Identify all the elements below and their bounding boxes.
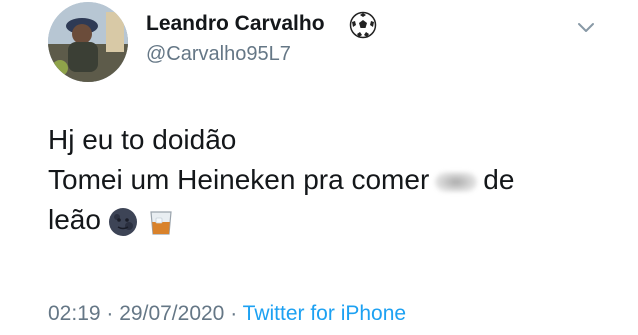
censored-word [435,171,478,192]
display-name[interactable]: Leandro Carvalho [146,12,325,36]
user-handle[interactable]: @Carvalho95L7 [146,43,291,66]
tweet-line-3: leão [48,200,628,240]
tweet-line-2-start: Tomei um Heineken pra comer [48,164,430,195]
tweet-line-1: Hj eu to doidão [48,124,237,155]
tweet-line-2: Tomei um Heineken pra comer de [48,160,628,200]
meta-separator: · [230,302,238,325]
chevron-down-icon[interactable] [572,16,600,40]
tweet-text: Hj eu to doidão Tomei um Heineken pra co… [48,120,628,240]
avatar[interactable] [48,2,128,82]
new-moon-face-icon [107,206,139,238]
soccer-ball-icon [349,11,377,39]
tweet-meta: 02:19 · 29/07/2020 · Twitter for iPhone [48,302,406,326]
tweet-card: Leandro Carvalho @Carvalho95L7 Hj eu to … [0,0,638,335]
tweet-time[interactable]: 02:19 [48,302,101,325]
tweet-date[interactable]: 29/07/2020 [119,302,224,325]
tweet-line-2-end: de [483,164,515,195]
tweet-source-link[interactable]: Twitter for iPhone [243,302,406,325]
meta-separator: · [106,302,114,325]
tumbler-glass-icon [145,206,177,238]
tweet-line-3-text: leão [48,204,101,235]
